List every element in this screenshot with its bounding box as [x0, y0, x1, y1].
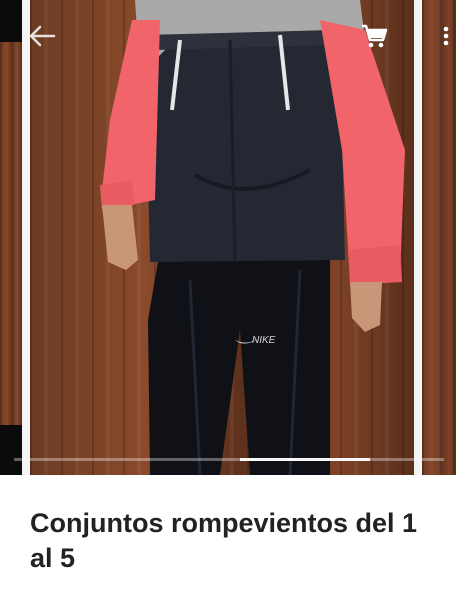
more-options-button[interactable] — [436, 20, 456, 52]
previous-image-peek[interactable] — [0, 0, 22, 475]
more-vertical-icon — [443, 26, 449, 46]
next-image-peek[interactable] — [422, 0, 456, 475]
back-button[interactable] — [24, 20, 60, 52]
product-photo[interactable]: NIKE — [30, 0, 414, 475]
cart-button[interactable] — [356, 20, 392, 52]
gallery-scroll-indicator[interactable] — [240, 458, 370, 461]
shopping-cart-icon — [362, 24, 388, 48]
image-gallery[interactable]: NIKE — [0, 0, 456, 475]
gallery-scroll-track — [14, 458, 444, 461]
product-title: Conjuntos rompevientos del 1 al 5 — [30, 508, 418, 573]
arrow-left-icon — [29, 25, 56, 47]
tracksuit-image: NIKE — [100, 0, 405, 475]
